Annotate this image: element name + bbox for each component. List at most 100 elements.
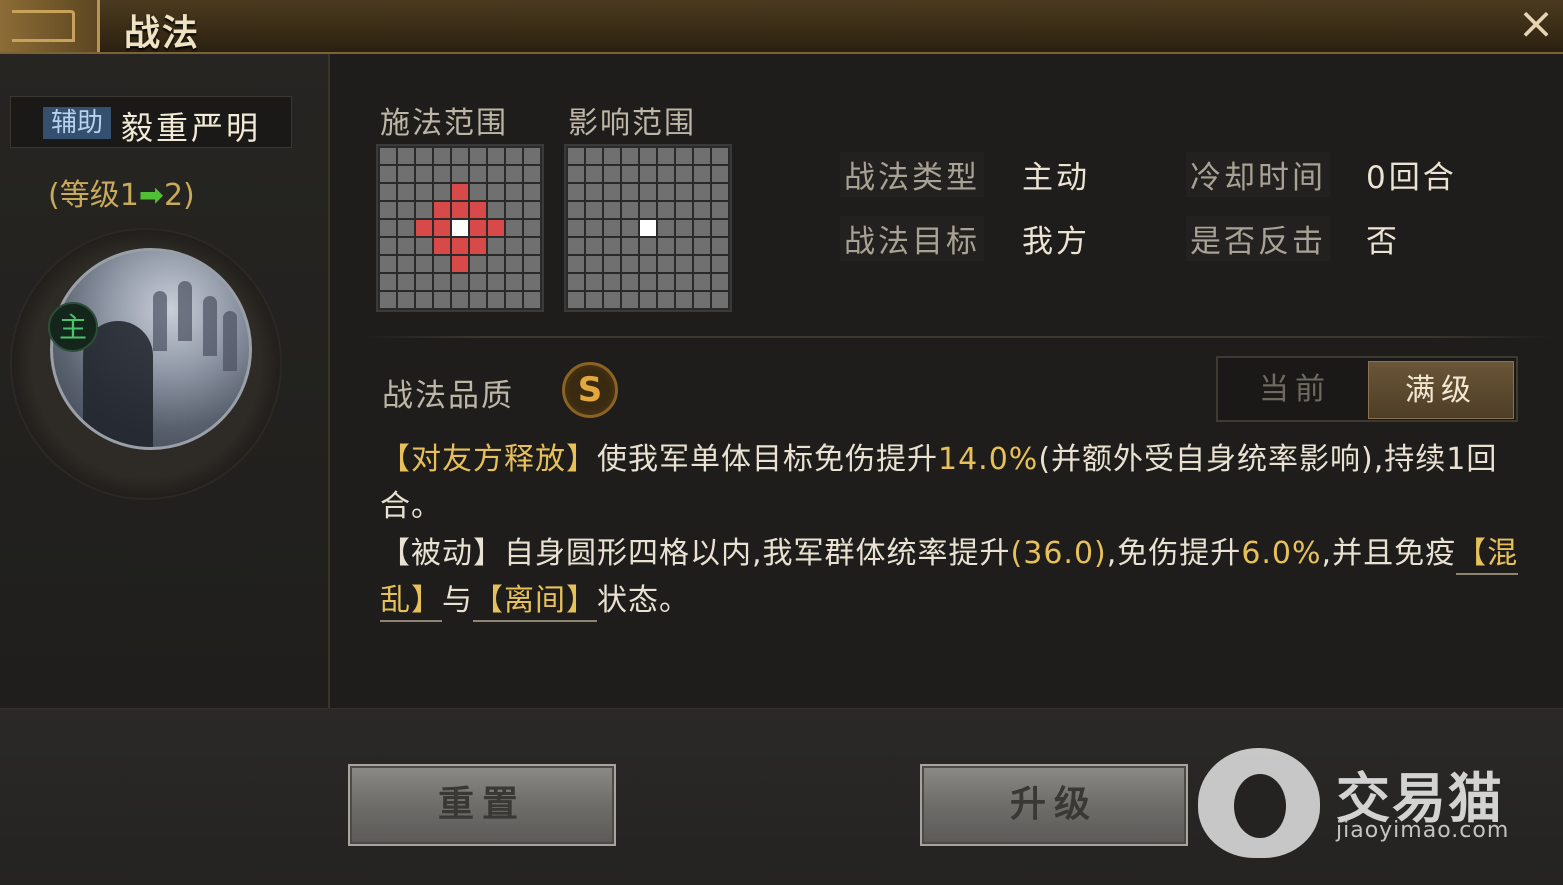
grid-cell xyxy=(434,256,450,272)
grid-cell xyxy=(524,184,540,200)
grid-cell xyxy=(488,274,504,290)
grid-cell xyxy=(676,148,692,164)
grid-cell xyxy=(622,148,638,164)
grid-cell xyxy=(622,166,638,182)
desc-text: 与 xyxy=(442,583,473,618)
level-from: (等级1 xyxy=(48,178,139,213)
desc-value: (36.0) xyxy=(1010,536,1107,571)
grid-cell xyxy=(712,256,728,272)
grid-cell xyxy=(380,202,396,218)
grid-cell xyxy=(586,184,602,200)
grid-cell xyxy=(488,238,504,254)
grid-cell xyxy=(452,166,468,182)
grid-cell xyxy=(416,148,432,164)
grid-cell xyxy=(568,184,584,200)
grid-cell xyxy=(622,202,638,218)
grid-cell xyxy=(524,292,540,308)
grid-cell xyxy=(506,148,522,164)
grid-cell xyxy=(524,166,540,182)
grid-cell xyxy=(568,202,584,218)
grid-cell xyxy=(694,238,710,254)
arrow-right-icon: ➡ xyxy=(138,178,164,213)
grid-cell xyxy=(398,292,414,308)
toggle-current[interactable]: 当前 xyxy=(1222,361,1368,419)
grid-cell xyxy=(604,166,620,182)
grid-cell xyxy=(434,238,450,254)
grid-cell xyxy=(488,220,504,236)
grid-cell xyxy=(622,184,638,200)
grid-cell xyxy=(506,202,522,218)
grid-cell xyxy=(470,292,486,308)
grid-cell xyxy=(506,256,522,272)
grid-cell xyxy=(568,148,584,164)
grid-cell xyxy=(524,148,540,164)
grid-cell xyxy=(586,148,602,164)
grid-cell xyxy=(380,148,396,164)
grid-cell xyxy=(524,202,540,218)
grid-cell xyxy=(604,202,620,218)
upgrade-button[interactable]: 升级 xyxy=(920,764,1188,846)
grid-cell xyxy=(604,220,620,236)
grid-cell xyxy=(676,202,692,218)
grid-cell xyxy=(640,220,656,236)
grid-cell xyxy=(434,148,450,164)
grid-cell xyxy=(712,238,728,254)
grid-cell xyxy=(452,148,468,164)
grid-cell xyxy=(380,184,396,200)
grid-cell xyxy=(452,238,468,254)
toggle-max-level[interactable]: 满级 xyxy=(1368,361,1514,419)
grid-cell xyxy=(640,292,656,308)
grid-cell xyxy=(676,220,692,236)
grid-cell xyxy=(434,292,450,308)
grid-cell xyxy=(586,292,602,308)
reset-button[interactable]: 重置 xyxy=(348,764,616,846)
grid-cell xyxy=(658,292,674,308)
grid-cell xyxy=(434,274,450,290)
grid-cell xyxy=(658,274,674,290)
status-link-sow-discord[interactable]: 【离间】 xyxy=(473,583,597,622)
grid-cell xyxy=(380,220,396,236)
grid-cell xyxy=(506,238,522,254)
grid-cell xyxy=(676,238,692,254)
grid-cell xyxy=(658,166,674,182)
close-icon[interactable]: × xyxy=(1515,2,1557,46)
grid-cell xyxy=(380,292,396,308)
skill-name-box: 辅助 毅重严明 xyxy=(10,96,292,148)
grid-cell xyxy=(658,148,674,164)
grid-cell xyxy=(604,256,620,272)
grid-cell xyxy=(712,166,728,182)
grid-cell xyxy=(694,184,710,200)
grid-cell xyxy=(470,238,486,254)
grid-cell xyxy=(676,256,692,272)
grid-cell xyxy=(488,184,504,200)
grid-cell xyxy=(658,238,674,254)
grid-cell xyxy=(712,292,728,308)
grid-cell xyxy=(488,292,504,308)
grid-cell xyxy=(416,292,432,308)
grid-cell xyxy=(380,274,396,290)
grid-cell xyxy=(604,292,620,308)
grid-cell xyxy=(470,202,486,218)
grid-cell xyxy=(452,256,468,272)
grid-cell xyxy=(452,202,468,218)
grid-cell xyxy=(398,166,414,182)
grid-cell xyxy=(380,238,396,254)
window-title: 战法 xyxy=(124,13,201,54)
grid-cell xyxy=(622,292,638,308)
grid-cell xyxy=(398,202,414,218)
grid-cell xyxy=(398,220,414,236)
grid-cell xyxy=(506,166,522,182)
effect-range-label: 影响范围 xyxy=(568,106,696,141)
grid-cell xyxy=(470,220,486,236)
grid-cell xyxy=(524,256,540,272)
grid-cell xyxy=(712,184,728,200)
grid-cell xyxy=(658,184,674,200)
grid-cell xyxy=(524,274,540,290)
grid-cell xyxy=(640,166,656,182)
grid-cell xyxy=(640,184,656,200)
level-indicator: (等级1➡2) xyxy=(48,170,195,214)
grid-cell xyxy=(470,256,486,272)
skill-type-key: 战法类型 xyxy=(840,152,984,197)
grid-cell xyxy=(586,256,602,272)
grid-cell xyxy=(694,292,710,308)
